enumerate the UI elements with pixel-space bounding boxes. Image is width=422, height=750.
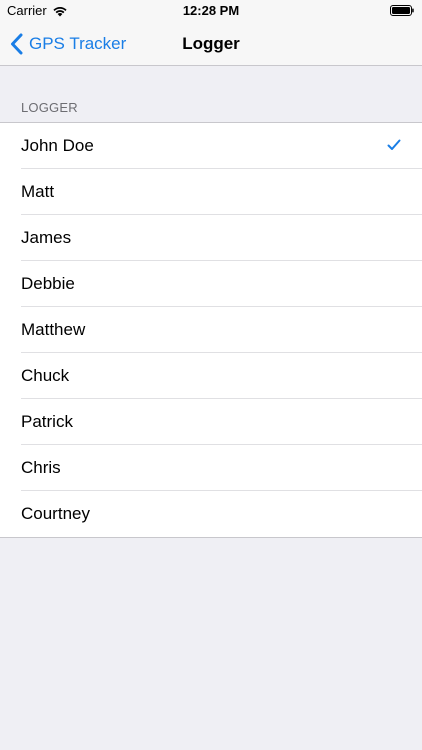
list-item-logger[interactable]: Debbie	[0, 261, 422, 307]
list-item-logger[interactable]: Chris	[0, 445, 422, 491]
list-item-label: John Doe	[21, 136, 94, 155]
list-item-label: Chuck	[21, 366, 70, 385]
checkmark-icon	[387, 139, 401, 150]
list-item-logger[interactable]: James	[0, 215, 422, 261]
battery-icon	[390, 5, 414, 16]
logger-list: John Doe Matt James Debbie Matthew Chuck…	[0, 122, 422, 538]
list-item-label: Matthew	[21, 320, 86, 339]
list-item-label: Debbie	[21, 274, 75, 293]
list-item-logger[interactable]: Patrick	[0, 399, 422, 445]
navigation-bar: GPS Tracker Logger	[0, 22, 422, 66]
list-item-label: Courtney	[21, 504, 90, 523]
list-item-label: Matt	[21, 182, 55, 201]
status-time: 12:28 PM	[182, 3, 240, 18]
list-item-label: James	[21, 228, 72, 247]
chevron-left-icon	[11, 33, 23, 54]
list-item-logger[interactable]: John Doe	[0, 123, 422, 169]
back-button[interactable]: GPS Tracker	[10, 22, 126, 65]
list-item-logger[interactable]: Courtney	[0, 491, 422, 537]
list-item-label: Patrick	[21, 412, 73, 431]
list-item-logger[interactable]: Matt	[0, 169, 422, 215]
list-item-label: Chris	[21, 458, 61, 477]
list-item-logger[interactable]: Chuck	[0, 353, 422, 399]
section-header: LOGGER	[21, 100, 78, 115]
back-button-label: GPS Tracker	[29, 33, 127, 53]
status-bar: Carrier 12:28 PM	[0, 0, 422, 22]
list-item-logger[interactable]: Matthew	[0, 307, 422, 353]
